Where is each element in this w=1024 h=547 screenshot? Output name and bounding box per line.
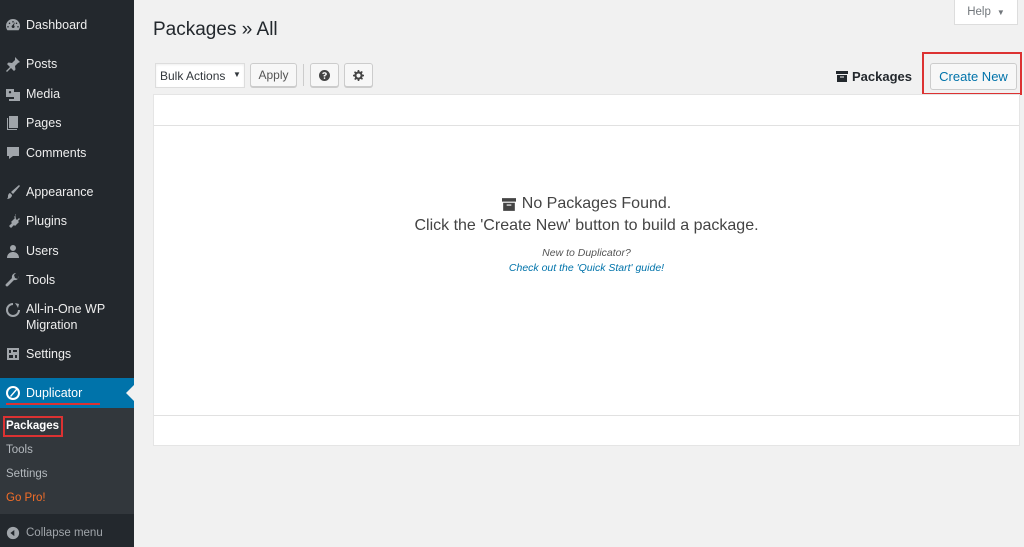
archive-icon [836, 71, 848, 82]
sidebar-item-media[interactable]: Media [0, 85, 134, 103]
sidebar-item-label: Pages [26, 116, 62, 130]
wrench-icon [0, 272, 26, 288]
collapse-menu-button[interactable]: Collapse menu [0, 522, 134, 544]
sidebar-item-tools[interactable]: Tools [0, 271, 134, 289]
comment-icon [0, 145, 26, 161]
sidebar-item-dashboard[interactable]: Dashboard [0, 16, 134, 34]
sidebar-item-comments[interactable]: Comments [0, 144, 134, 162]
sidebar-item-label: Dashboard [26, 18, 88, 32]
users-icon [0, 243, 26, 259]
settings-icon [0, 346, 26, 362]
sidebar-item-label: Tools [26, 273, 56, 287]
sidebar-item-label: Comments [26, 146, 87, 160]
sidebar-item-label: Posts [26, 57, 58, 71]
create-new-button[interactable]: Create New [930, 63, 1017, 90]
help-tab-button[interactable]: Help ▼ [954, 0, 1018, 25]
sidebar-item-posts[interactable]: Posts [0, 55, 134, 73]
quick-start-guide-link[interactable]: Check out the 'Quick Start' guide! [154, 262, 1019, 274]
sidebar-item-all-in-one-wp-migration[interactable]: All-in-One WP Migration [0, 301, 134, 335]
migration-icon [0, 302, 26, 318]
packages-heading-label: Packages [852, 69, 912, 84]
sidebar-item-label: All-in-One WP Migration [26, 302, 106, 332]
sidebar-item-label: Appearance [26, 185, 94, 199]
help-label: Help [967, 6, 991, 18]
help-button[interactable] [310, 63, 339, 87]
dashboard-icon [0, 17, 26, 33]
packages-table: No Packages Found. Click the 'Create New… [153, 94, 1020, 446]
sidebar-item-settings[interactable]: Settings [0, 345, 134, 363]
submenu-item-go-pro[interactable]: Go Pro! [6, 492, 46, 504]
gear-icon [353, 69, 364, 81]
paintbrush-icon [0, 184, 26, 200]
empty-state-instruction: Click the 'Create New' button to build a… [414, 217, 759, 234]
caret-down-icon: ▼ [996, 7, 1005, 17]
highlight-underline [6, 403, 100, 405]
sidebar-item-label: Settings [26, 347, 72, 361]
sidebar-item-appearance[interactable]: Appearance [0, 183, 134, 201]
apply-button[interactable]: Apply [250, 63, 297, 87]
duplicator-icon [0, 385, 26, 401]
empty-state-new-user-text: New to Duplicator? [542, 247, 631, 259]
settings-button[interactable] [344, 63, 373, 87]
page-title: Packages » All [153, 19, 278, 40]
bulk-actions-select[interactable]: Bulk Actions [155, 63, 245, 88]
sidebar-item-pages[interactable]: Pages [0, 114, 134, 132]
submenu-item-settings[interactable]: Settings [6, 468, 48, 480]
collapse-menu-label: Collapse menu [26, 527, 103, 539]
sidebar-item-plugins[interactable]: Plugins [0, 212, 134, 230]
empty-state: No Packages Found. Click the 'Create New… [154, 195, 1019, 274]
empty-state-title: No Packages Found. [154, 195, 1019, 213]
sidebar-item-label: Users [26, 244, 59, 258]
plugin-icon [0, 213, 26, 229]
toolbar-divider [303, 64, 304, 86]
admin-sidebar: Dashboard Posts Media Pages Comments App… [0, 0, 134, 547]
pushpin-icon [0, 56, 26, 72]
highlight-box-packages [3, 416, 63, 437]
sidebar-item-users[interactable]: Users [0, 242, 134, 260]
sidebar-item-label: Plugins [26, 214, 67, 228]
pages-icon [0, 115, 26, 131]
collapse-arrow-icon [0, 526, 26, 540]
media-icon [0, 86, 26, 102]
table-footer-divider [154, 415, 1019, 416]
sidebar-item-label: Media [26, 87, 61, 101]
current-menu-arrow [126, 385, 134, 401]
empty-state-title-text: No Packages Found. [521, 195, 672, 212]
packages-heading: Packages [836, 69, 912, 84]
archive-icon [501, 197, 516, 211]
table-header-divider [154, 125, 1019, 126]
question-circle-icon [319, 69, 330, 81]
submenu-item-tools[interactable]: Tools [6, 444, 33, 456]
sidebar-item-label: Duplicator [26, 386, 83, 400]
